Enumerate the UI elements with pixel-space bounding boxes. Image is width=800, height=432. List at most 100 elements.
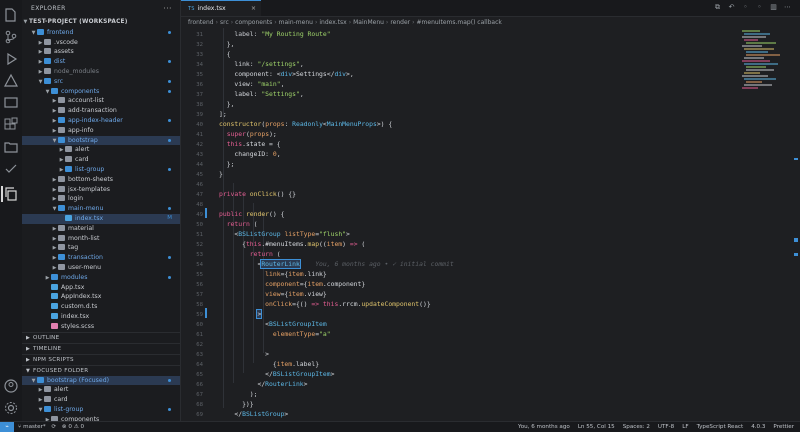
chevron-right-icon: ▶ (26, 334, 31, 341)
breadcrumb-item[interactable]: src (220, 19, 229, 26)
tree-item-account-list[interactable]: ▶ account-list (22, 96, 180, 106)
tree-item-tag[interactable]: ▶ tag (22, 243, 180, 253)
tree-item-bootstrap-focused[interactable]: ▼ bootstrap (Focused) (22, 375, 180, 386)
status-item-typescript-react[interactable]: TypeScript React (697, 424, 744, 430)
status-item-you-6-months-ago[interactable]: You, 6 months ago (518, 424, 570, 430)
folder-icon (58, 244, 65, 251)
tab-index-tsx[interactable]: TS index.tsx × (181, 0, 261, 16)
breadcrumb-item[interactable]: render (390, 19, 410, 26)
run-debug-icon[interactable] (3, 51, 19, 67)
tree-item-add-transaction[interactable]: ▶ add-transaction (22, 106, 180, 116)
tree-item-list-group[interactable]: ▶ list-group (22, 165, 180, 175)
tree-item-user-menu[interactable]: ▶ user-menu (22, 263, 180, 273)
tree-item-custom-d-ts[interactable]: custom.d.ts (22, 302, 180, 312)
folder-icon (58, 175, 65, 182)
tree-item-label: bottom-sheets (68, 175, 114, 183)
close-icon[interactable]: × (251, 1, 256, 17)
previous-change-icon[interactable]: ◦ (741, 3, 750, 12)
tree-item-components[interactable]: ▼ components (22, 87, 180, 97)
tree-item-index-tsx[interactable]: index.tsx (22, 312, 180, 322)
warnings-count[interactable]: ⚠ 0 (74, 424, 84, 430)
breadcrumb-item[interactable]: frontend (188, 19, 214, 26)
more-actions-icon[interactable]: ··· (163, 0, 172, 18)
tree-item-card[interactable]: ▶ card (22, 155, 180, 165)
tree-item-label: month-list (68, 234, 100, 242)
tree-item-label: list-group (54, 405, 84, 413)
extensions-icon[interactable] (3, 117, 19, 133)
check-icon[interactable] (3, 161, 19, 177)
remote-explorer-icon[interactable] (3, 95, 19, 111)
explorer-header: EXPLORER ··· (22, 0, 180, 18)
split-editor-icon[interactable]: ▥ (769, 3, 778, 12)
status-item-ln-55-col-15[interactable]: Ln 55, Col 15 (578, 424, 615, 430)
tree-item-alert[interactable]: ▶ alert (22, 145, 180, 155)
tree-item-index-tsx[interactable]: index.tsx M (22, 213, 180, 224)
next-change-icon[interactable]: ◦ (755, 3, 764, 12)
source-control-icon[interactable] (3, 29, 19, 45)
tree-item-modules[interactable]: ▶ modules (22, 273, 180, 283)
tree-item-appindex-tsx[interactable]: AppIndex.tsx (22, 292, 180, 302)
tree-item-bottom-sheets[interactable]: ▶ bottom-sheets (22, 175, 180, 185)
tree-item-frontend[interactable]: ▼ frontend (22, 28, 180, 38)
tree-item-label: bootstrap (Focused) (47, 376, 110, 384)
files-icon[interactable] (3, 7, 19, 23)
status-item-4-0-3[interactable]: 4.0.3 (751, 424, 765, 430)
tree-item-jsx-templates[interactable]: ▶ jsx-templates (22, 185, 180, 195)
folder-icon (58, 205, 65, 212)
minimap[interactable] (740, 28, 786, 98)
status-item-utf-8[interactable]: UTF-8 (658, 424, 674, 430)
tree-item-transaction[interactable]: ▶ transaction (22, 253, 180, 263)
branch-name[interactable]: master* (23, 424, 46, 430)
more-icon[interactable]: ⋯ (783, 3, 792, 12)
tree-item-node-modules[interactable]: ▶ node_modules (22, 67, 180, 77)
compare-icon[interactable]: ⧉ (713, 3, 722, 12)
breadcrumb-item[interactable]: main-menu (279, 19, 313, 26)
chevron-right-icon: ▶ (26, 345, 31, 352)
section-focused-folder[interactable]: ▼ FOCUSED FOLDER (22, 364, 180, 376)
tree-item-src[interactable]: ▼ src (22, 77, 180, 87)
scrollbar[interactable] (792, 28, 800, 421)
sync-icon[interactable]: ⟳ (51, 424, 56, 430)
account-icon[interactable] (3, 378, 19, 394)
problems-icon[interactable] (3, 73, 19, 89)
section-npm-scripts[interactable]: ▶ NPM SCRIPTS (22, 353, 180, 365)
tree-item-alert[interactable]: ▶ alert (22, 385, 180, 395)
section-outline[interactable]: ▶ OUTLINE (22, 331, 180, 343)
tree-item-material[interactable]: ▶ material (22, 224, 180, 234)
folder-icon[interactable] (3, 139, 19, 155)
breadcrumb-item[interactable]: index.tsx (319, 19, 346, 26)
status-item-spaces-2[interactable]: Spaces: 2 (623, 424, 650, 430)
tree-item-app-tsx[interactable]: App.tsx (22, 283, 180, 293)
folder-icon (58, 195, 65, 202)
breadcrumb-separator: › (215, 19, 218, 26)
tree-item-card[interactable]: ▶ card (22, 395, 180, 405)
workspace-header[interactable]: ▼TEST-PROJECT (WORKSPACE) (22, 18, 180, 28)
go-back-icon[interactable]: ↶ (727, 3, 736, 12)
tree-item-styles-scss[interactable]: styles.scss (22, 322, 180, 332)
tree-item-month-list[interactable]: ▶ month-list (22, 234, 180, 244)
section-timeline[interactable]: ▶ TIMELINE (22, 342, 180, 354)
tree-item-dist[interactable]: ▶ dist (22, 57, 180, 67)
tree-item-app-info[interactable]: ▶ app-info (22, 126, 180, 136)
tree-item-main-menu[interactable]: ▼ main-menu (22, 204, 180, 214)
tree-item-label: index.tsx (75, 214, 104, 222)
tree-item-list-group[interactable]: ▼ list-group (22, 405, 180, 415)
tree-item--vscode[interactable]: ▶ .vscode (22, 38, 180, 48)
chevron-right-icon: ▶ (26, 356, 31, 363)
folder-icon (65, 146, 72, 153)
tree-item-login[interactable]: ▶ login (22, 194, 180, 204)
tree-item-assets[interactable]: ▶ assets (22, 47, 180, 57)
modified-dot-icon (168, 275, 171, 279)
tree-item-bootstrap[interactable]: ▼ bootstrap (22, 135, 180, 146)
tree-item-app-index-header[interactable]: ▶ app-index-header (22, 116, 180, 126)
status-item-prettier[interactable]: Prettier (773, 424, 794, 430)
copy-icon[interactable] (1, 186, 19, 202)
breadcrumb-item[interactable]: MainMenu (353, 19, 384, 26)
tree-item-label: alert (75, 146, 90, 154)
errors-count[interactable]: ⊗ 0 (62, 424, 72, 430)
breadcrumb-item[interactable]: #menuItems.map() callback (417, 19, 502, 26)
gear-icon[interactable] (3, 400, 19, 416)
breadcrumb-item[interactable]: components (235, 19, 272, 26)
status-item-lf[interactable]: LF (682, 424, 688, 430)
sidebar-sections: ▶ OUTLINE ▶ TIMELINE ▶ NPM SCRIPTS ▼ FOCUSED FO… (22, 331, 180, 376)
